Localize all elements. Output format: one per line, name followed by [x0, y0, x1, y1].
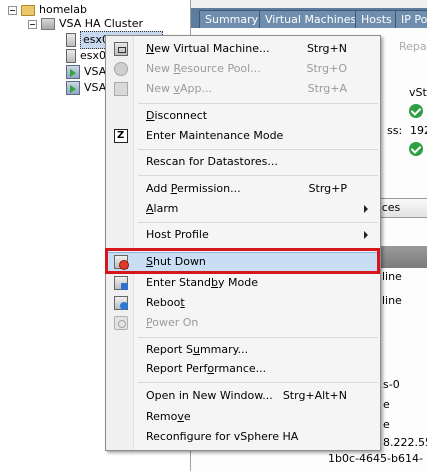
submenu-arrow-icon: [364, 205, 368, 213]
menu-separator: [138, 337, 378, 338]
vm-powered-on-icon: [66, 65, 80, 79]
tab-virtual-machines[interactable]: Virtual Machines: [259, 10, 363, 28]
status-ok-icon: [409, 104, 423, 118]
menu-item-report-summary[interactable]: Report Summary...: [106, 340, 380, 360]
repair-button[interactable]: Repa: [399, 40, 427, 53]
tab-ip-pools[interactable]: IP Po: [395, 10, 427, 28]
tab-summary[interactable]: Summary: [199, 10, 265, 28]
shortcut: Strg+Alt+N: [282, 389, 347, 402]
datacenter-icon: [21, 5, 35, 16]
menu-item-open-new-window[interactable]: Open in New Window... Strg+Alt+N: [106, 386, 380, 406]
host-context-menu: New Virtual Machine... Strg+N New Resour…: [105, 35, 381, 451]
tab-bar: Summary Virtual Machines Hosts IP Po: [191, 8, 427, 28]
collapse-icon[interactable]: [8, 5, 17, 15]
reboot-icon: [114, 296, 128, 310]
resource-pool-icon: [114, 62, 128, 76]
status-ok-icon: [409, 142, 423, 156]
shortcut: Strg+P: [308, 182, 347, 195]
vm-powered-on-icon: [66, 81, 80, 95]
host-icon: [66, 49, 76, 63]
address-label: ss:: [387, 124, 403, 137]
standby-icon: [114, 276, 128, 290]
power-on-icon: [114, 316, 128, 330]
menu-item-reconfigure-ha[interactable]: Reconfigure for vSphere HA: [106, 427, 380, 447]
detail-value: e: [383, 418, 390, 431]
ip-value: 8.222.55: [383, 436, 427, 449]
menu-item-new-vm[interactable]: New Virtual Machine... Strg+N: [106, 39, 380, 59]
address-value: 192: [410, 124, 427, 137]
vstorage-label: vSt: [409, 86, 427, 99]
submenu-arrow-icon: [364, 231, 368, 239]
collapse-icon[interactable]: [28, 19, 37, 29]
shortcut: Strg+A: [307, 82, 347, 95]
cluster-icon: [41, 18, 55, 30]
vapp-icon: [114, 82, 128, 96]
tab-hosts[interactable]: Hosts: [355, 10, 398, 28]
menu-separator: [138, 103, 378, 104]
menu-separator: [138, 149, 378, 150]
menu-item-enter-standby[interactable]: Enter Standby Mode: [106, 273, 380, 293]
menu-item-host-profile[interactable]: Host Profile: [106, 225, 380, 245]
menu-item-new-vapp[interactable]: New vApp... Strg+A: [106, 79, 380, 99]
menu-item-report-performance[interactable]: Report Performance...: [106, 359, 380, 379]
tree-item-vsa1[interactable]: VSA-: [62, 80, 110, 96]
highlight-annotation: [105, 248, 380, 274]
menu-item-remove[interactable]: Remove: [106, 407, 380, 427]
detail-value: e: [383, 398, 390, 411]
new-vm-icon: [114, 42, 128, 56]
menu-item-reboot[interactable]: Reboot: [106, 293, 380, 313]
menu-separator: [138, 175, 378, 176]
menu-item-power-on[interactable]: Power On: [106, 313, 380, 333]
detail-value: s-0: [383, 378, 400, 391]
menu-item-alarm[interactable]: Alarm: [106, 199, 380, 219]
menu-separator: [138, 222, 378, 223]
menu-item-new-resource-pool[interactable]: New Resource Pool... Strg+O: [106, 59, 380, 79]
menu-item-enter-maintenance-mode[interactable]: Enter Maintenance Mode: [106, 126, 380, 146]
tree-item-cluster[interactable]: VSA HA Cluster: [28, 16, 143, 32]
shortcut: Strg+N: [306, 42, 347, 55]
uuid-value: 1b0c-4645-b614-: [328, 452, 423, 465]
maintenance-mode-icon: [114, 129, 128, 143]
tree-item-label: VSA HA Cluster: [59, 17, 144, 30]
host-icon: [66, 33, 76, 47]
menu-separator: [138, 382, 378, 383]
shortcut: Strg+O: [306, 62, 347, 75]
menu-item-disconnect[interactable]: Disconnect: [106, 106, 380, 126]
menu-item-add-permission[interactable]: Add Permission... Strg+P: [106, 179, 380, 199]
menu-item-rescan-datastores[interactable]: Rescan for Datastores...: [106, 152, 380, 172]
